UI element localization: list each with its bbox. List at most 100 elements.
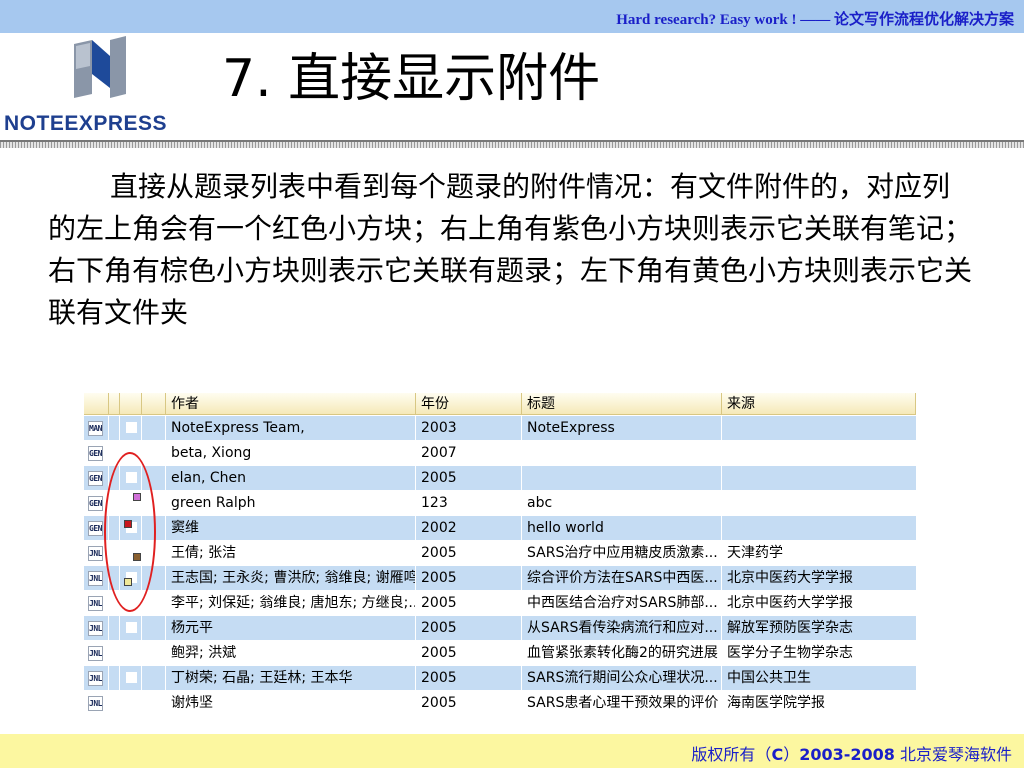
logo-mark-icon (74, 36, 126, 98)
copyright-suffix: 北京爱琴海软件 (894, 745, 1012, 764)
record-type-icon: GEN (88, 496, 103, 511)
year-cell: 2005 (416, 641, 522, 665)
record-type-cell: JNL (84, 641, 109, 665)
year-cell: 2005 (416, 666, 522, 690)
title-cell: SARS流行期间公众心理状况... (522, 666, 722, 690)
author-cell: 鲍羿; 洪斌 (166, 641, 416, 665)
copyright-c: C (771, 745, 784, 764)
flag-cell (142, 416, 166, 440)
indicator-cell (109, 691, 120, 715)
record-type-icon: JNL (88, 571, 103, 586)
reference-list-table[interactable]: 作者 年份 标题 来源 MAN NoteExpress Team, 2003 Note… (84, 393, 916, 717)
table-row[interactable]: JNL 王倩; 张洁 2005 SARS治疗中应用糖皮质激素... 天津药学 (84, 541, 916, 566)
flag-cell (142, 441, 166, 465)
indicator-cell (109, 416, 120, 440)
year-cell: 2005 (416, 466, 522, 490)
record-type-icon: JNL (88, 596, 103, 611)
author-cell: 谢炜坚 (166, 691, 416, 715)
year-cell: 2005 (416, 541, 522, 565)
table-row[interactable]: GEN green Ralph 123 abc (84, 491, 916, 516)
header-type-column[interactable] (84, 393, 109, 414)
year-cell: 2005 (416, 616, 522, 640)
author-cell: 丁树荣; 石晶; 王廷林; 王本华 (166, 666, 416, 690)
attachment-box-icon (126, 672, 137, 683)
table-row[interactable]: MAN NoteExpress Team, 2003 NoteExpress (84, 416, 916, 441)
attachment-box-icon (126, 422, 137, 433)
indicator-cell (109, 641, 120, 665)
source-cell (722, 416, 916, 440)
year-cell: 2002 (416, 516, 522, 540)
year-cell: 2005 (416, 591, 522, 615)
record-type-icon: JNL (88, 671, 103, 686)
author-cell: 李平; 刘保延; 翁维良; 唐旭东; 方继良;... (166, 591, 416, 615)
year-cell: 2007 (416, 441, 522, 465)
record-type-icon: GEN (88, 446, 103, 461)
table-row[interactable]: JNL 鲍羿; 洪斌 2005 血管紧张素转化酶2的研究进展 医学分子生物学杂志 (84, 641, 916, 666)
top-banner: Hard research? Easy work ! —— 论文写作流程优化解决… (0, 0, 1024, 33)
author-cell: 王倩; 张洁 (166, 541, 416, 565)
source-cell: 医学分子生物学杂志 (727, 645, 853, 661)
record-type-icon: MAN (88, 421, 103, 436)
title-cell: SARS患者心理干预效果的评价 (522, 691, 722, 715)
year-cell: 2005 (416, 566, 522, 590)
year-cell: 2003 (416, 416, 522, 440)
record-type-cell: GEN (84, 441, 109, 465)
noteexpress-logo: NOTEEXPRESS (0, 36, 200, 141)
header-source[interactable]: 来源 (722, 393, 916, 414)
author-cell: 杨元平 (166, 616, 416, 640)
record-type-icon: JNL (88, 696, 103, 711)
title-cell: SARS治疗中应用糖皮质激素... (522, 541, 722, 565)
copyright-years: 2003-2008 (799, 745, 895, 764)
header-author[interactable]: 作者 (166, 393, 416, 414)
record-type-cell: GEN (84, 466, 109, 490)
source-cell: 中国公共卫生 (727, 670, 811, 686)
table-row[interactable]: JNL 王志国; 王永炎; 曹洪欣; 翁维良; 谢雁鸣 2005 综合评价方法在SAR… (84, 566, 916, 591)
flag-cell (142, 691, 166, 715)
author-cell: beta, Xiong (166, 441, 416, 465)
source-cell (722, 441, 916, 465)
table-row[interactable]: GEN 窦维 2002 hello world (84, 516, 916, 541)
table-row[interactable]: GEN elan, Chen 2005 (84, 466, 916, 491)
header-title[interactable]: 标题 (522, 393, 722, 414)
title-divider (0, 140, 1024, 148)
table-row[interactable]: JNL 丁树荣; 石晶; 王廷林; 王本华 2005 SARS流行期间公众心理状况..… (84, 666, 916, 691)
table-row[interactable]: GEN beta, Xiong 2007 (84, 441, 916, 466)
record-type-cell: JNL (84, 691, 109, 715)
source-cell: 解放军预防医学杂志 (727, 620, 853, 636)
copyright-text: 版权所有（C）2003-2008 北京爱琴海软件 (691, 741, 1012, 765)
attachment-box-icon (126, 622, 137, 633)
title-cell: 综合评价方法在SARS中西医... (522, 566, 722, 590)
title-cell: NoteExpress (522, 416, 722, 440)
copyright-prefix: 版权所有（ (691, 745, 772, 764)
record-type-icon: JNL (88, 621, 103, 636)
header-year[interactable]: 年份 (416, 393, 522, 414)
indicator-cell (109, 616, 120, 640)
title-cell: abc (522, 491, 722, 515)
record-type-cell: MAN (84, 416, 109, 440)
logo-wordmark: NOTEEXPRESS (4, 112, 168, 135)
slide-title: 7. 直接显示附件 (222, 49, 601, 109)
attachment-indicator-cell (120, 616, 142, 640)
attachment-box-icon (126, 697, 137, 708)
table-row[interactable]: JNL 杨元平 2005 从SARS看传染病流行和应对... 解放军预防医学杂志 (84, 616, 916, 641)
source-cell: 天津药学 (727, 545, 783, 561)
record-type-cell: JNL (84, 666, 109, 690)
table-row[interactable]: JNL 李平; 刘保延; 翁维良; 唐旭东; 方继良;... 2005 中西医结合治疗… (84, 591, 916, 616)
table-header: 作者 年份 标题 来源 (84, 393, 916, 415)
attachment-box-icon (126, 647, 137, 658)
title-cell: 血管紧张素转化酶2的研究进展 (522, 641, 722, 665)
header-flag-column[interactable] (142, 393, 166, 414)
source-cell (722, 491, 916, 515)
source-cell (722, 466, 916, 490)
source-cell: 北京中医药大学学报 (727, 595, 853, 611)
author-cell: 窦维 (166, 516, 416, 540)
attachment-indicator-cell (120, 641, 142, 665)
author-cell: elan, Chen (166, 466, 416, 490)
attachment-indicator-cell (120, 666, 142, 690)
table-row[interactable]: JNL 谢炜坚 2005 SARS患者心理干预效果的评价 海南医学院学报 (84, 691, 916, 716)
record-type-icon: JNL (88, 546, 103, 561)
header-attachment-column[interactable] (120, 393, 142, 414)
title-cell (522, 466, 722, 490)
flag-cell (142, 616, 166, 640)
header-indicator-column[interactable] (109, 393, 120, 414)
